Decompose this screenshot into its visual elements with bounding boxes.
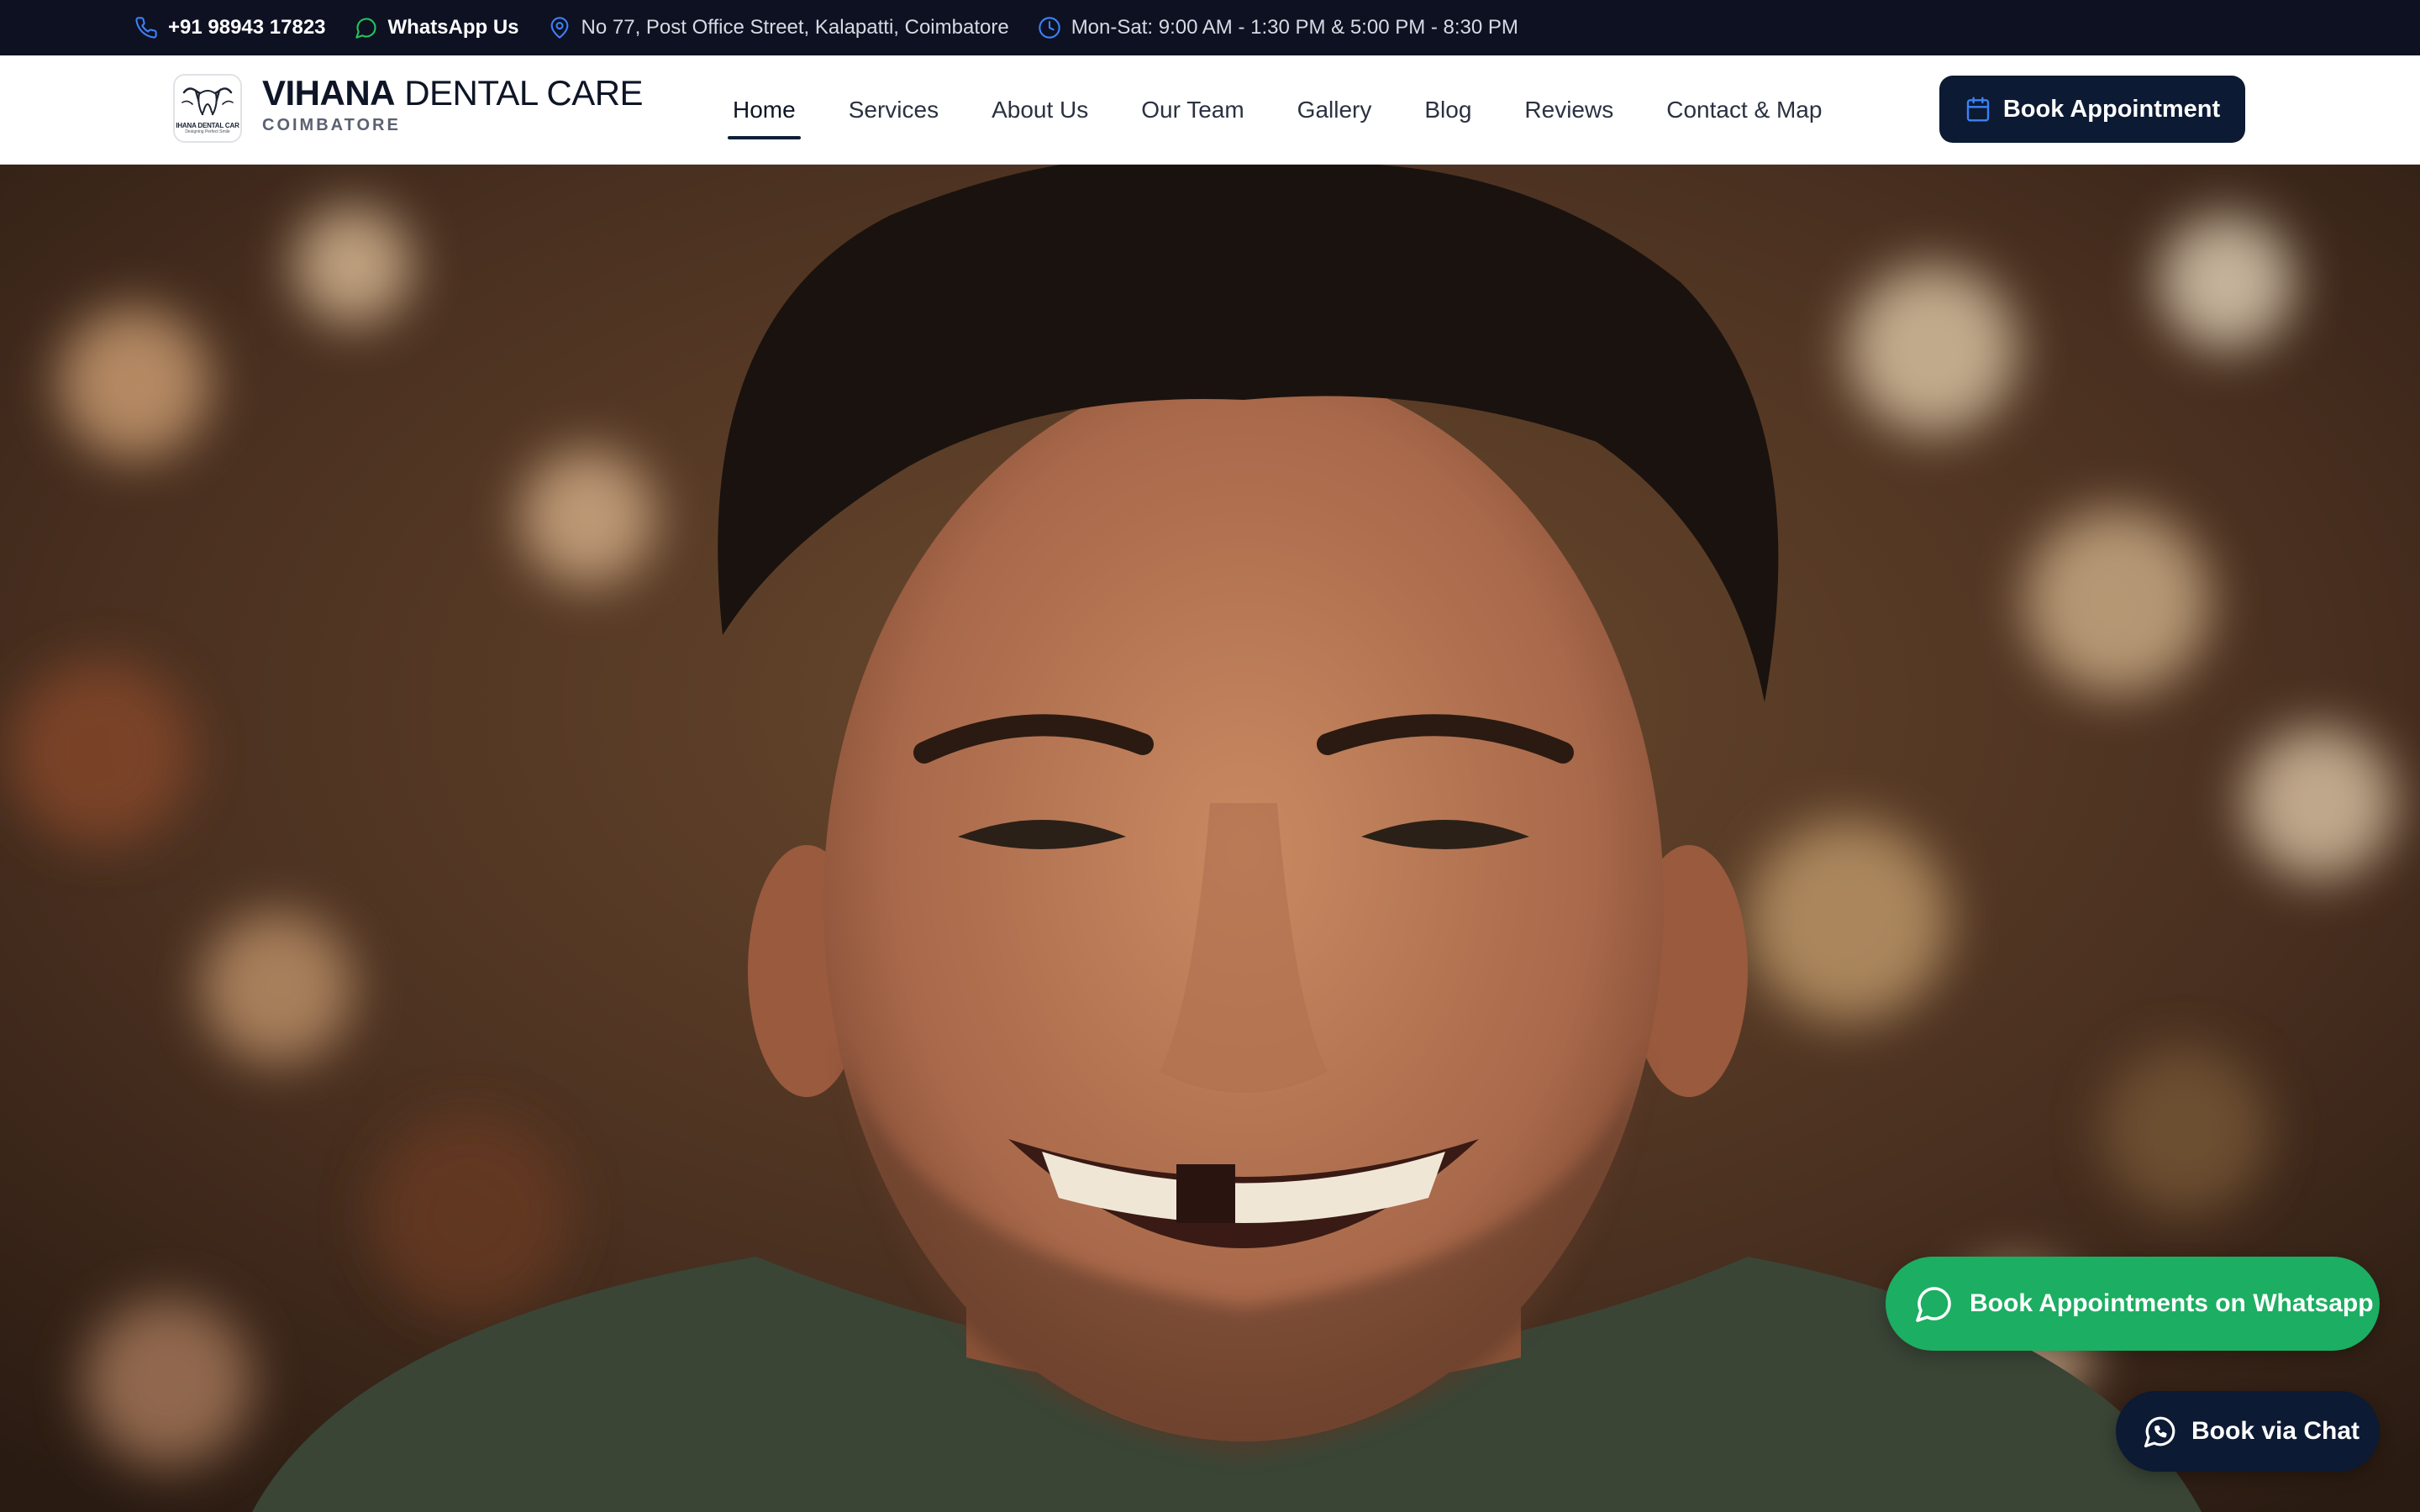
whatsapp-booking-button[interactable]: Book Appointments on Whatsapp bbox=[1886, 1257, 2380, 1351]
phone-number: +91 98943 17823 bbox=[168, 16, 326, 39]
tooth-logo-icon bbox=[182, 87, 234, 116]
top-info-bar: +91 98943 17823 WhatsApp Us No 77, Post … bbox=[0, 0, 2420, 55]
calendar-icon bbox=[1966, 97, 1990, 122]
chat-booking-label: Book via Chat bbox=[2191, 1417, 2360, 1445]
whatsapp-label: WhatsApp Us bbox=[387, 16, 519, 39]
nav-item-home[interactable]: Home bbox=[723, 55, 806, 165]
chat-bubble-icon bbox=[2144, 1416, 2175, 1448]
location-pin-icon bbox=[550, 17, 568, 39]
nav-item-blog[interactable]: Blog bbox=[1414, 55, 1481, 165]
whatsapp-link[interactable]: WhatsApp Us bbox=[355, 0, 519, 55]
nav-item-reviews[interactable]: Reviews bbox=[1514, 55, 1623, 165]
chat-booking-button[interactable]: Book via Chat bbox=[2116, 1391, 2380, 1472]
whatsapp-icon bbox=[355, 18, 376, 39]
phone-icon bbox=[135, 17, 157, 39]
whatsapp-booking-label: Book Appointments on Whatsapp bbox=[1970, 1289, 2374, 1317]
brand-block[interactable]: VIHANA DENTAL CARE COIMBATORE bbox=[262, 73, 644, 135]
nav-item-services[interactable]: Services bbox=[839, 55, 949, 165]
clock-icon bbox=[1038, 17, 1060, 39]
logo-subtext: Designing Perfect Smile bbox=[185, 129, 230, 134]
hours-text: Mon-Sat: 9:00 AM - 1:30 PM & 5:00 PM - 8… bbox=[1071, 16, 1518, 39]
brand-tagline: COIMBATORE bbox=[262, 116, 401, 135]
phone-link[interactable]: +91 98943 17823 bbox=[134, 0, 326, 55]
nav-item-about-us[interactable]: About Us bbox=[981, 55, 1098, 165]
address-text: No 77, Post Office Street, Kalapatti, Co… bbox=[581, 16, 1009, 39]
brand-name-rest: DENTAL CARE bbox=[404, 73, 644, 113]
brand-name: VIHANA DENTAL CARE bbox=[262, 73, 644, 113]
book-appointment-button[interactable]: Book Appointment bbox=[1939, 76, 2245, 143]
address-item[interactable]: No 77, Post Office Street, Kalapatti, Co… bbox=[548, 0, 1009, 55]
book-appointment-label: Book Appointment bbox=[2002, 95, 2221, 123]
nav-item-our-team[interactable]: Our Team bbox=[1131, 55, 1254, 165]
nav-item-gallery[interactable]: Gallery bbox=[1287, 55, 1382, 165]
logo[interactable]: IHANA DENTAL CAR Designing Perfect Smile bbox=[173, 74, 242, 143]
site-header: IHANA DENTAL CAR Designing Perfect Smile… bbox=[0, 55, 2420, 165]
whatsapp-chat-icon bbox=[1916, 1287, 1951, 1322]
hours-item: Mon-Sat: 9:00 AM - 1:30 PM & 5:00 PM - 8… bbox=[1038, 0, 1518, 55]
nav-item-contact-map[interactable]: Contact & Map bbox=[1656, 55, 1832, 165]
main-nav: Home Services About Us Our Team Gallery … bbox=[723, 55, 1865, 165]
brand-name-bold: VIHANA bbox=[262, 73, 396, 113]
logo-text: IHANA DENTAL CAR bbox=[176, 122, 239, 129]
